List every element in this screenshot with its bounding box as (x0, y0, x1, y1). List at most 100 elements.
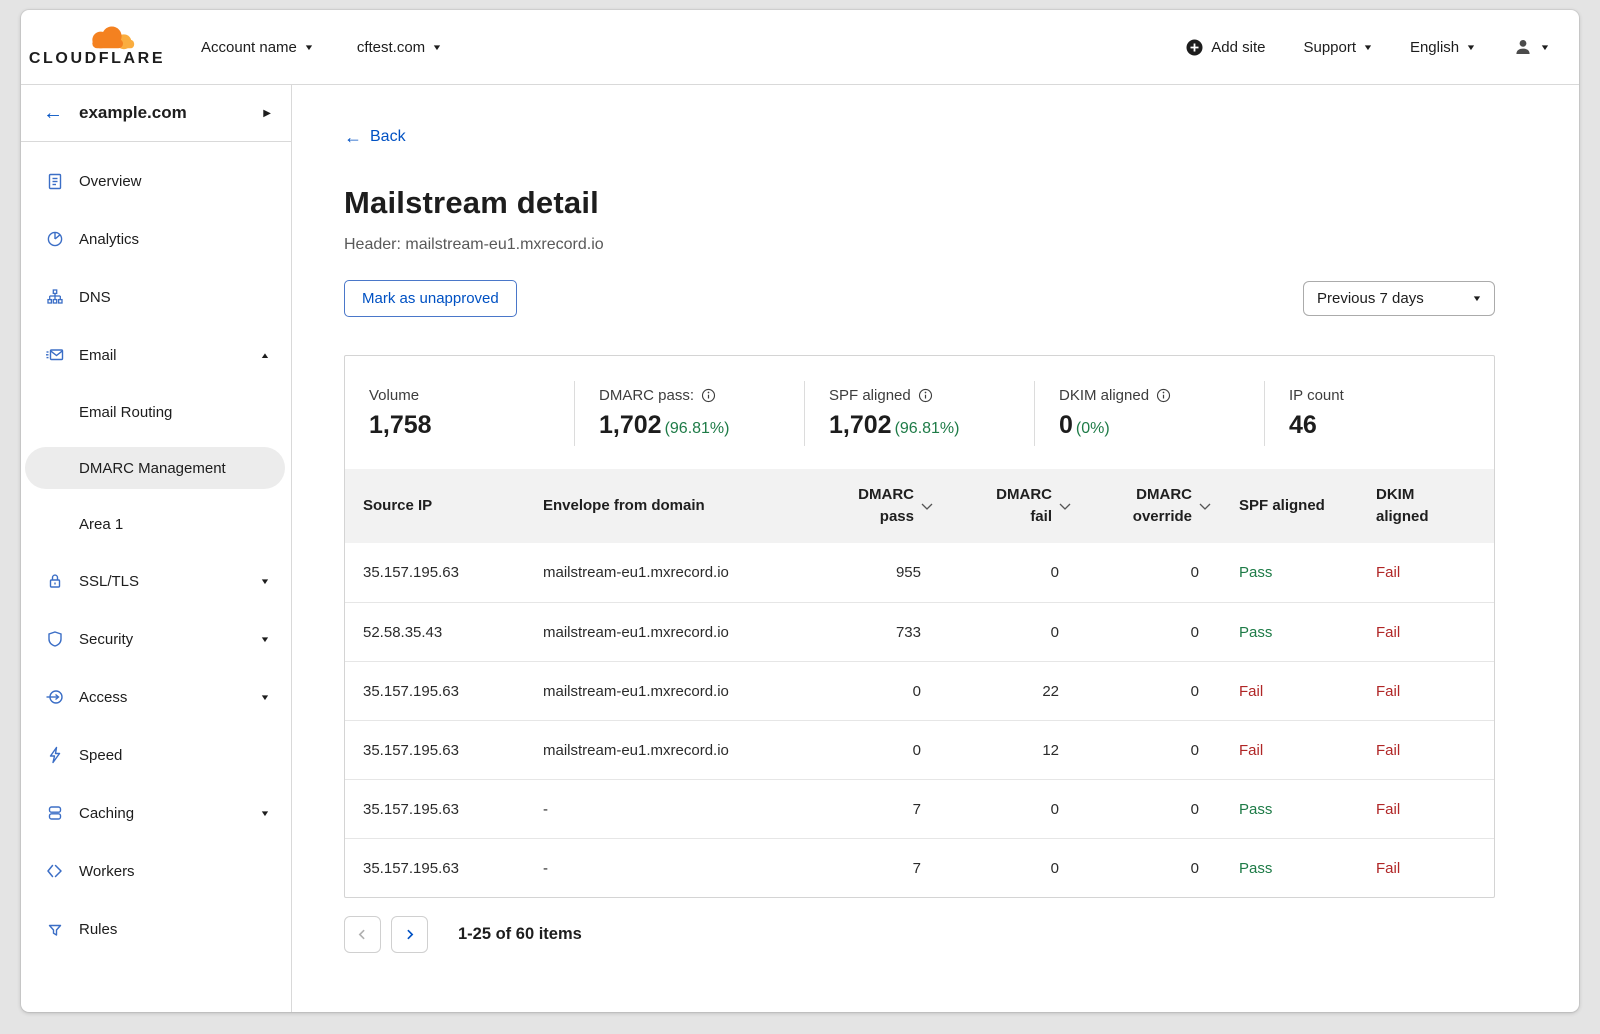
account-menu[interactable]: Account name ▼ (201, 39, 313, 56)
cell-spf-aligned: Fail (1211, 742, 1376, 759)
topbar: CLOUDFLARE Account name ▼ cftest.com ▼ A… (21, 10, 1579, 85)
cloudflare-logo[interactable]: CLOUDFLARE (37, 26, 157, 68)
cell-spf-aligned: Pass (1211, 801, 1376, 818)
site-menu-label: cftest.com (357, 39, 425, 56)
cell-dmarc-pass: 955 (805, 564, 933, 581)
info-icon[interactable] (701, 388, 716, 403)
chevron-down-icon: ▼ (260, 577, 271, 586)
chevron-down-icon: ▼ (1466, 43, 1477, 52)
table-row[interactable]: 35.157.195.63 mailstream-eu1.mxrecord.io… (345, 543, 1494, 602)
sidebar-item-dmarc-management[interactable]: DMARC Management (25, 447, 285, 489)
language-menu[interactable]: English ▼ (1410, 39, 1475, 56)
cell-dkim-aligned: Fail (1376, 801, 1476, 818)
cloudflare-cloud-icon (81, 26, 139, 52)
previous-page-button[interactable] (344, 916, 381, 953)
cell-dmarc-override: 0 (1071, 683, 1211, 700)
site-switcher[interactable]: ← example.com ▶ (21, 85, 291, 142)
sidebar-item-speed[interactable]: Speed (21, 726, 291, 784)
support-label: Support (1303, 39, 1356, 56)
lightning-bolt-icon (45, 745, 65, 765)
sidebar-item-label: Workers (79, 863, 269, 880)
sidebar-item-workers[interactable]: Workers (21, 842, 291, 900)
info-icon[interactable] (1156, 388, 1171, 403)
cell-source-ip: 35.157.195.63 (363, 860, 543, 877)
column-header-source-ip: Source IP (363, 495, 543, 518)
table-row[interactable]: 35.157.195.63 - 7 0 0 Pass Fail (345, 779, 1494, 838)
column-header-spf-aligned: SPF aligned (1211, 495, 1376, 518)
sidebar-item-rules[interactable]: Rules (21, 900, 291, 958)
pagination-label: 1-25 of 60 items (458, 925, 582, 944)
cell-source-ip: 52.58.35.43 (363, 624, 543, 641)
sidebar-item-email[interactable]: Email ▲ (21, 326, 291, 384)
sidebar-item-label: Speed (79, 747, 269, 764)
stat-value: 1,702(96.81%) (829, 411, 1010, 440)
back-arrow-icon: ← (43, 103, 63, 123)
cell-envelope-from-domain: mailstream-eu1.mxrecord.io (543, 564, 805, 581)
table-row[interactable]: 35.157.195.63 mailstream-eu1.mxrecord.io… (345, 661, 1494, 720)
sidebar-item-caching[interactable]: Caching ▼ (21, 784, 291, 842)
chevron-up-icon: ▲ (260, 351, 271, 360)
column-header-dmarc-override[interactable]: DMARC override (1071, 484, 1211, 529)
table-row[interactable]: 52.58.35.43 mailstream-eu1.mxrecord.io 7… (345, 602, 1494, 661)
site-menu[interactable]: cftest.com ▼ (357, 39, 441, 56)
stat-volume: Volume 1,758 (345, 381, 574, 446)
mark-unapproved-button[interactable]: Mark as unapproved (344, 280, 517, 317)
back-link[interactable]: ← Back (344, 128, 406, 146)
access-icon (45, 687, 65, 707)
column-header-dmarc-fail[interactable]: DMARC fail (933, 484, 1071, 529)
sidebar-item-analytics[interactable]: Analytics (21, 210, 291, 268)
sidebar-item-overview[interactable]: Overview (21, 152, 291, 210)
cell-dmarc-fail: 0 (933, 624, 1071, 641)
chevron-down-icon: ▼ (1472, 294, 1483, 303)
cell-dmarc-override: 0 (1071, 564, 1211, 581)
sort-chevron-icon (1199, 503, 1211, 510)
sidebar-item-label: Access (79, 689, 247, 706)
network-hierarchy-icon (45, 287, 65, 307)
stat-value: 46 (1289, 411, 1470, 440)
cell-spf-aligned: Pass (1211, 860, 1376, 877)
info-icon[interactable] (918, 388, 933, 403)
cell-dkim-aligned: Fail (1376, 742, 1476, 759)
cell-dmarc-fail: 22 (933, 683, 1071, 700)
email-icon (45, 345, 65, 365)
sidebar-item-label: Email Routing (79, 404, 269, 421)
table-row[interactable]: 35.157.195.63 mailstream-eu1.mxrecord.io… (345, 720, 1494, 779)
table-row[interactable]: 35.157.195.63 - 7 0 0 Pass Fail (345, 838, 1494, 897)
chevron-left-icon (356, 928, 369, 941)
stat-label: DKIM aligned (1059, 387, 1149, 404)
cell-source-ip: 35.157.195.63 (363, 564, 543, 581)
sidebar-item-area-1[interactable]: Area 1 (21, 496, 291, 552)
chevron-down-icon: ▼ (260, 635, 271, 644)
sidebar-item-access[interactable]: Access ▼ (21, 668, 291, 726)
column-header-dkim-aligned: DKIM aligned (1376, 484, 1476, 529)
sidebar: ← example.com ▶ Overview (21, 85, 292, 1012)
mailstream-card: Volume 1,758 DMARC pass: 1,702(96.81%) S… (344, 355, 1495, 898)
cell-dmarc-pass: 7 (805, 801, 933, 818)
stat-ip-count: IP count 46 (1264, 381, 1494, 446)
cell-source-ip: 35.157.195.63 (363, 742, 543, 759)
stat-value: 1,702(96.81%) (599, 411, 780, 440)
app-window: CLOUDFLARE Account name ▼ cftest.com ▼ A… (21, 10, 1579, 1012)
sidebar-item-email-routing[interactable]: Email Routing (21, 384, 291, 440)
user-menu[interactable]: ▼ (1513, 37, 1549, 57)
sidebar-item-ssl-tls[interactable]: SSL/TLS ▼ (21, 552, 291, 610)
sidebar-item-security[interactable]: Security ▼ (21, 610, 291, 668)
chevron-down-icon: ▼ (1363, 43, 1374, 52)
column-header-dmarc-pass[interactable]: DMARC pass (805, 484, 933, 529)
cell-dmarc-pass: 0 (805, 742, 933, 759)
next-page-button[interactable] (391, 916, 428, 953)
chevron-down-icon: ▼ (432, 43, 443, 52)
cell-dkim-aligned: Fail (1376, 564, 1476, 581)
support-menu[interactable]: Support ▼ (1303, 39, 1371, 56)
chevron-down-icon: ▼ (1540, 43, 1551, 52)
add-site-button[interactable]: Add site (1186, 39, 1265, 56)
pagination: 1-25 of 60 items (344, 916, 1495, 953)
page-subtitle: Header: mailstream-eu1.mxrecord.io (344, 236, 1495, 254)
stat-spf-aligned: SPF aligned 1,702(96.81%) (804, 381, 1034, 446)
brand-name: CLOUDFLARE (29, 50, 165, 68)
page-title: Mailstream detail (344, 185, 1495, 221)
cell-dkim-aligned: Fail (1376, 624, 1476, 641)
date-range-select[interactable]: Previous 7 days ▼ (1303, 281, 1495, 316)
sidebar-item-dns[interactable]: DNS (21, 268, 291, 326)
back-label: Back (370, 128, 406, 146)
